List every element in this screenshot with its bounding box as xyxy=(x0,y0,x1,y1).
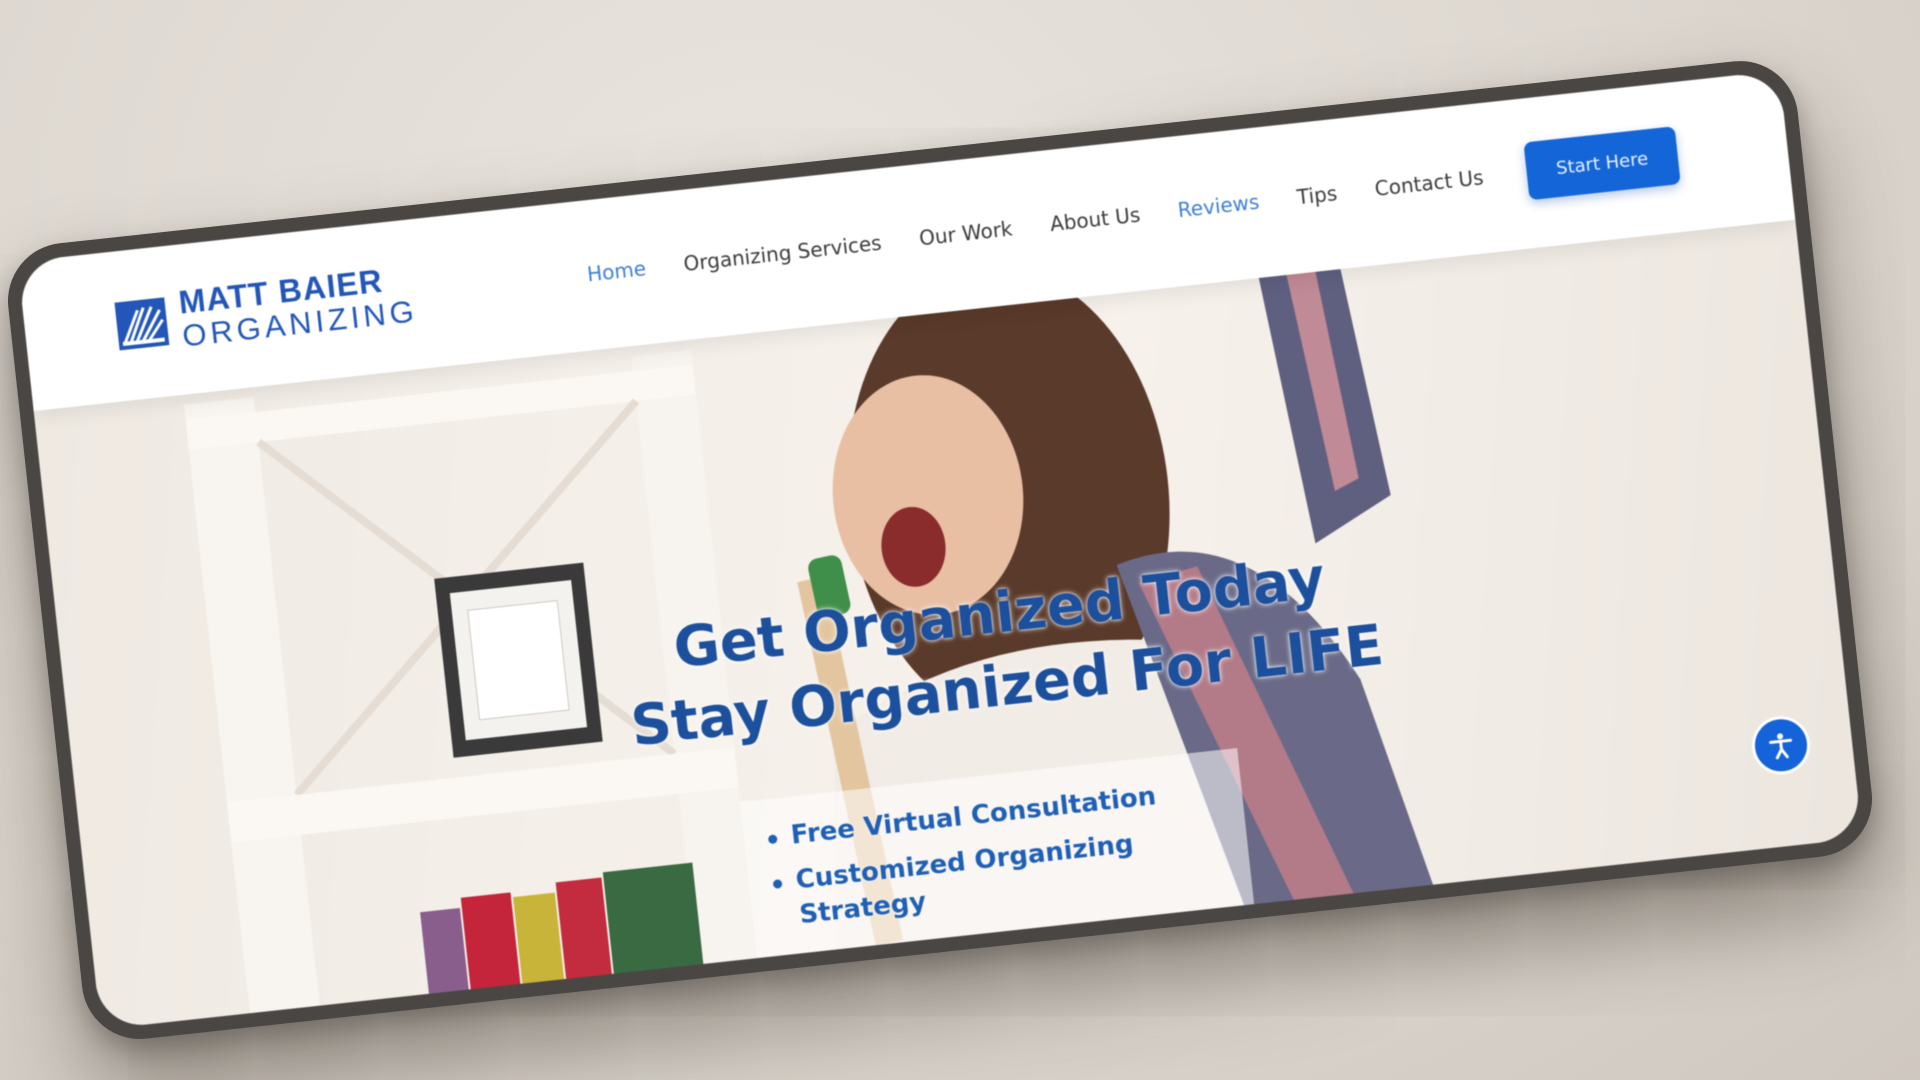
nav-item-our-work[interactable]: Our Work xyxy=(918,216,1014,250)
bullet-icon xyxy=(772,879,783,890)
start-here-button[interactable]: Start Here xyxy=(1523,126,1681,201)
nav-item-organizing-services[interactable]: Organizing Services xyxy=(682,231,882,276)
site-logo[interactable]: MATT BAIER ORGANIZING xyxy=(112,261,419,358)
bullet-icon xyxy=(767,834,778,845)
nav-item-contact-us[interactable]: Contact Us xyxy=(1374,165,1485,201)
scene-background: MATT BAIER ORGANIZING Home Organizing Se… xyxy=(0,0,1920,1080)
browser-screen: MATT BAIER ORGANIZING Home Organizing Se… xyxy=(17,70,1863,1030)
nav-item-tips[interactable]: Tips xyxy=(1296,181,1339,209)
logo-icon xyxy=(114,296,170,350)
nav-item-about-us[interactable]: About Us xyxy=(1049,202,1142,236)
nav-item-home[interactable]: Home xyxy=(586,256,647,286)
nav-item-reviews[interactable]: Reviews xyxy=(1177,190,1261,223)
laptop-device-frame: MATT BAIER ORGANIZING Home Organizing Se… xyxy=(2,55,1878,1045)
accessibility-icon xyxy=(1769,733,1793,760)
